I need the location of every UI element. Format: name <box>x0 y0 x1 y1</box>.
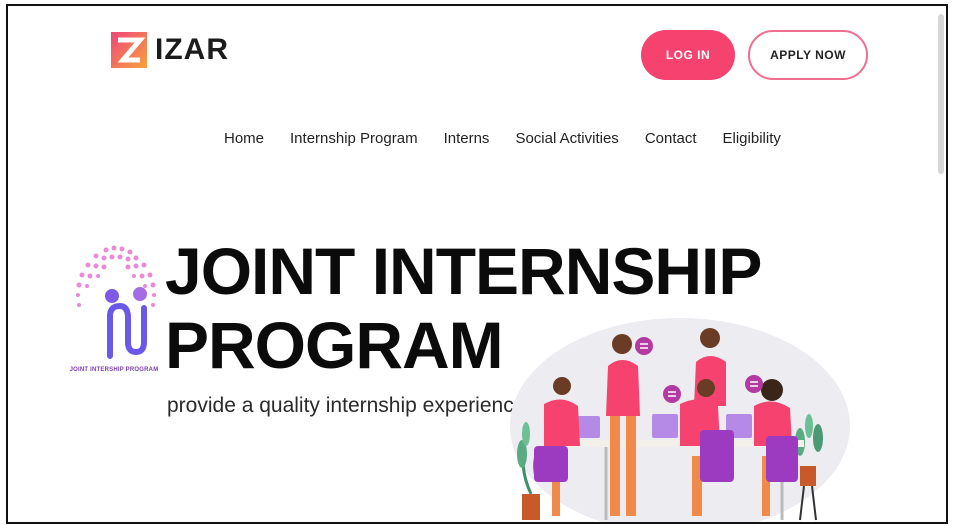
nav-item-interns[interactable]: Interns <box>444 130 490 147</box>
program-logo-caption: JOINT INTERSHIP PROGRAM <box>69 367 159 373</box>
program-logo-icon <box>76 245 156 359</box>
browser-viewport: IZAR LOG IN APPLY NOW Home Internship Pr… <box>6 4 948 524</box>
apply-now-button[interactable]: APPLY NOW <box>748 30 868 80</box>
nav-item-eligibility[interactable]: Eligibility <box>723 130 781 147</box>
nav-item-contact[interactable]: Contact <box>645 130 697 147</box>
nav-item-social-activities[interactable]: Social Activities <box>515 130 618 147</box>
brand-name: IZAR <box>155 33 229 66</box>
nav-item-internship-program[interactable]: Internship Program <box>290 130 418 147</box>
login-button[interactable]: LOG IN <box>641 30 735 80</box>
brand-logo[interactable]: IZAR <box>111 32 229 68</box>
izar-logo-icon <box>111 32 147 68</box>
hero-title-line2: PROGRAM <box>165 308 504 382</box>
nav-item-home[interactable]: Home <box>224 130 264 147</box>
hero-tagline: provide a quality internship experience. <box>167 394 532 417</box>
scrollbar-thumb[interactable] <box>938 14 944 174</box>
hero-title-line1: JOINT INTERNSHIP <box>165 234 762 308</box>
team-meeting-illustration <box>510 318 850 522</box>
main-nav: Home Internship Program Interns Social A… <box>224 130 781 147</box>
